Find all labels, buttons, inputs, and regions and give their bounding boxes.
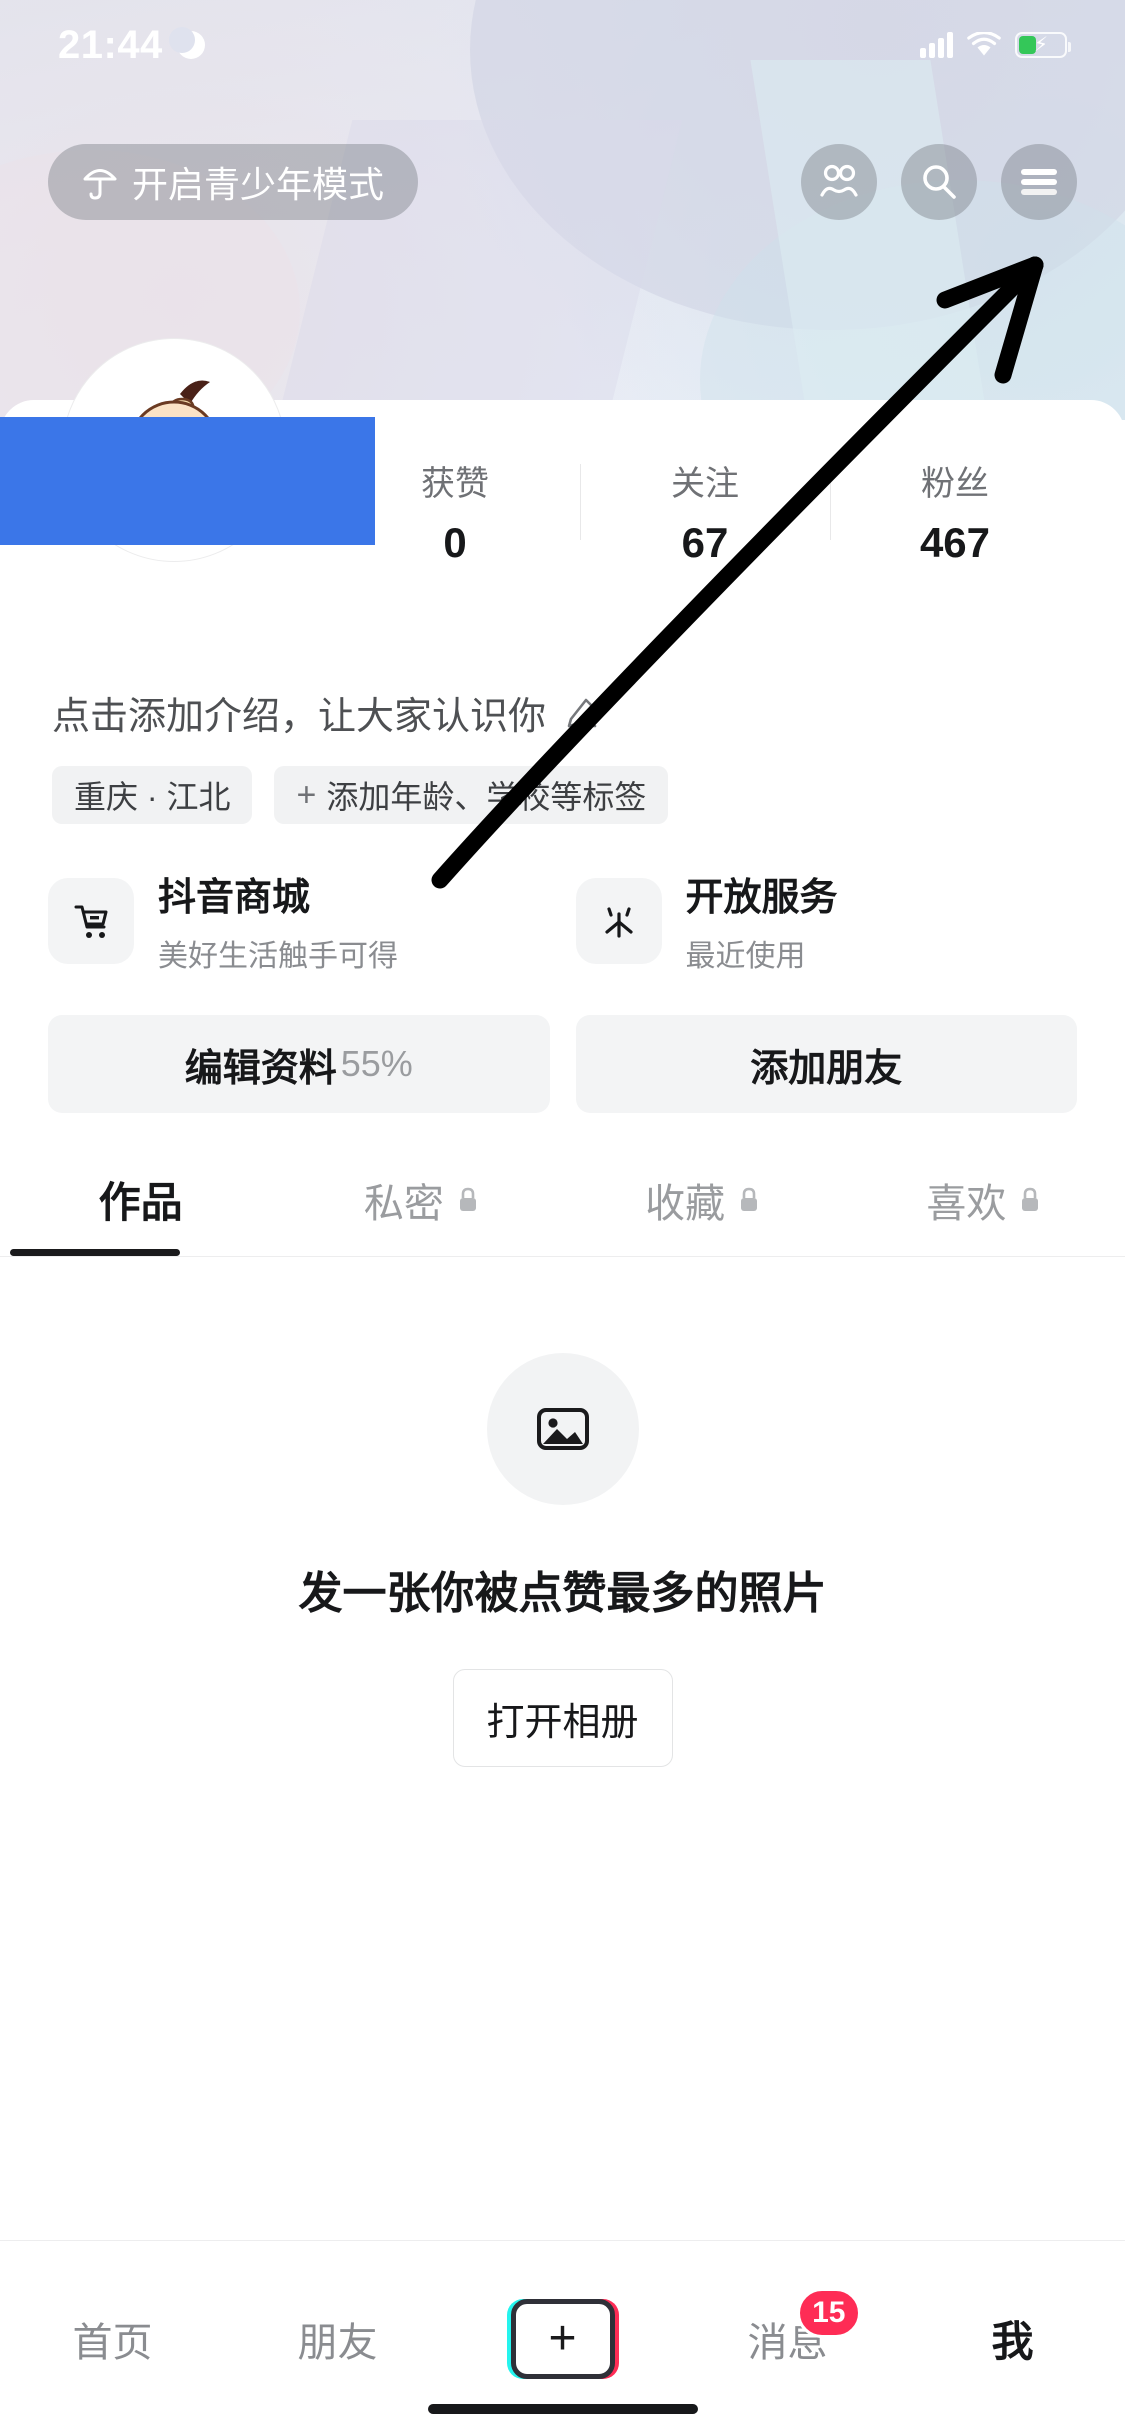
empty-state-title: 发一张你被点赞最多的照片: [298, 1569, 827, 1618]
status-bar-right: ⚡: [920, 32, 1071, 58]
plus-icon: +: [510, 2298, 615, 2379]
crescent-moon-icon: [168, 27, 205, 59]
message-badge: 15: [797, 2287, 861, 2338]
open-service-icon: [575, 877, 662, 964]
tag-label: 添加年龄、学校等标签: [326, 779, 647, 815]
teen-mode-label: 开启青少年模式: [132, 164, 385, 205]
umbrella-icon: [82, 163, 118, 201]
menu-button[interactable]: [1001, 144, 1077, 220]
open-album-button[interactable]: 打开相册: [452, 1669, 673, 1767]
lock-icon: [1018, 1186, 1042, 1214]
profile-action-buttons: 编辑资料 55% 添加朋友: [0, 975, 1125, 1113]
friends-icon: [818, 162, 860, 202]
stat-value: 467: [919, 519, 991, 566]
edit-profile-percent: 55%: [340, 1043, 413, 1084]
wifi-icon: [967, 32, 1001, 58]
bio-text: 点击添加介绍，让大家认识你: [52, 696, 547, 738]
stat-following[interactable]: 关注 67: [580, 456, 830, 567]
photo-placeholder-icon: [486, 1353, 639, 1505]
service-title: 抖音商城: [158, 877, 311, 919]
stat-label: 关注: [671, 465, 739, 503]
service-cards: 抖音商城 美好生活触手可得 开放服务 最近使用: [0, 824, 1125, 975]
add-friend-label: 添加朋友: [750, 1047, 903, 1090]
nav-label: 我: [991, 2318, 1034, 2365]
nav-item-create[interactable]: +: [488, 2284, 638, 2394]
service-card-mall[interactable]: 抖音商城 美好生活触手可得: [48, 866, 550, 975]
add-friend-button[interactable]: 添加朋友: [575, 1015, 1077, 1113]
active-tab-indicator: [10, 1249, 180, 1256]
tab-label: 收藏: [645, 1181, 726, 1226]
nav-label: 朋友: [297, 2320, 378, 2365]
nav-item-me[interactable]: 我: [938, 2284, 1088, 2394]
service-text: 抖音商城 美好生活触手可得: [158, 866, 398, 975]
phone-screen: 21:44 ⚡ 开启青少年模式 获赞 0 关注 67 粉丝 467 点击添加介绍…: [0, 0, 1125, 2436]
nav-label: 首页: [72, 2320, 153, 2365]
stat-value: 67: [681, 519, 729, 566]
service-title: 开放服务: [685, 877, 838, 919]
tab-label: 私密: [363, 1181, 444, 1226]
tag-add[interactable]: + 添加年龄、学校等标签: [274, 766, 669, 824]
search-icon: [919, 162, 959, 202]
pencil-icon[interactable]: [562, 695, 598, 731]
nav-item-messages[interactable]: 消息 15: [713, 2284, 863, 2394]
tab-favorites[interactable]: 收藏: [563, 1171, 844, 1255]
tag-label: 重庆 · 江北: [74, 779, 231, 815]
shopping-cart-icon: [48, 877, 134, 964]
service-subtitle: 美好生活触手可得: [158, 940, 398, 973]
status-bar-left: 21:44: [58, 23, 205, 68]
plus-glyph: +: [548, 2311, 577, 2365]
plus-icon: +: [296, 776, 317, 814]
content-tabs: 作品 私密 收藏 喜欢: [0, 1113, 1125, 1256]
nav-item-home[interactable]: 首页: [38, 2284, 188, 2394]
stat-label: 粉丝: [921, 465, 989, 503]
profile-stats: 获赞 0 关注 67 粉丝 467: [330, 400, 1125, 567]
tab-works[interactable]: 作品: [0, 1169, 281, 1256]
lock-icon: [456, 1186, 480, 1214]
tab-label: 作品: [98, 1179, 183, 1226]
nav-item-friends[interactable]: 朋友: [263, 2284, 413, 2394]
service-text: 开放服务 最近使用: [686, 866, 838, 975]
bio-row[interactable]: 点击添加介绍，让大家认识你: [0, 663, 1125, 740]
username-row: [0, 567, 1125, 663]
tag-location[interactable]: 重庆 · 江北: [52, 766, 253, 824]
battery-charging-icon: ⚡: [1015, 32, 1071, 58]
home-indicator: [427, 2404, 698, 2414]
tab-label: 喜欢: [926, 1181, 1007, 1226]
status-bar: 21:44 ⚡: [0, 0, 1125, 90]
profile-top-actions: 开启青少年模式: [0, 132, 1125, 232]
service-subtitle: 最近使用: [685, 940, 806, 973]
username-redaction-block: [0, 417, 375, 545]
tab-private[interactable]: 私密: [281, 1171, 562, 1255]
create-post-button[interactable]: +: [506, 2298, 619, 2379]
cellular-signal-icon: [920, 32, 953, 58]
lock-icon: [737, 1186, 761, 1214]
edit-profile-label: 编辑资料: [184, 1047, 337, 1090]
status-bar-clock: 21:44: [58, 22, 163, 67]
hamburger-menu-icon: [1018, 167, 1060, 197]
profile-card: 获赞 0 关注 67 粉丝 467 点击添加介绍，让大家认识你 重庆 · 江北 …: [0, 338, 1125, 1767]
friends-button[interactable]: [801, 144, 877, 220]
teen-mode-button[interactable]: 开启青少年模式: [48, 144, 419, 220]
search-button[interactable]: [901, 144, 977, 220]
profile-tags: 重庆 · 江北 + 添加年龄、学校等标签: [0, 740, 1125, 824]
header-icon-buttons: [801, 144, 1077, 220]
tab-likes[interactable]: 喜欢: [844, 1171, 1125, 1255]
service-card-open[interactable]: 开放服务 最近使用: [575, 866, 1078, 975]
edit-profile-button[interactable]: 编辑资料 55%: [48, 1015, 550, 1113]
stat-fans[interactable]: 粉丝 467: [830, 456, 1080, 567]
empty-state: 发一张你被点赞最多的照片 打开相册: [0, 1257, 1125, 1767]
